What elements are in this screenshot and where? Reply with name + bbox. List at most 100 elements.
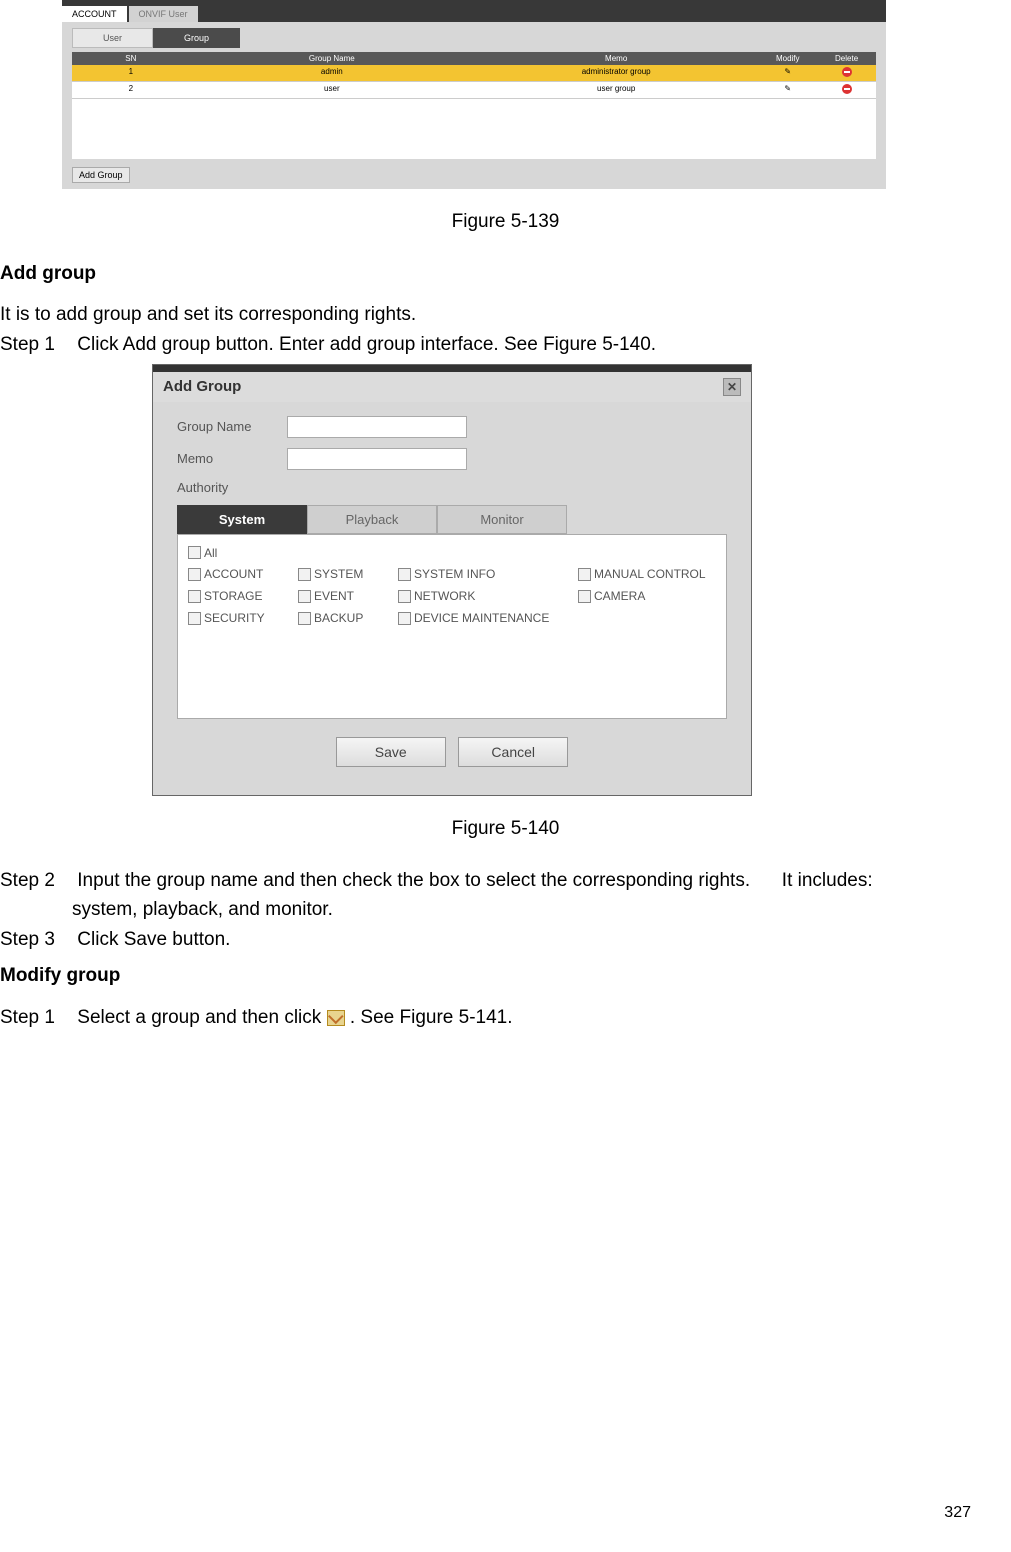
- checkbox-icon[interactable]: [188, 612, 201, 625]
- cell-gn: user: [190, 82, 474, 98]
- col-memo: Memo: [474, 52, 758, 65]
- account-group-screenshot: ACCOUNT ONVIF User User Group SN Group N…: [62, 0, 886, 189]
- add-group-dialog-screenshot: Add Group ✕ Group Name Memo Authority Sy…: [152, 364, 752, 797]
- checkbox-label: STORAGE: [204, 589, 262, 603]
- checkbox-icon[interactable]: [188, 590, 201, 603]
- step-label: Step 1: [0, 1007, 72, 1029]
- checkbox-icon[interactable]: [398, 568, 411, 581]
- cell-modify[interactable]: ✎: [758, 65, 817, 81]
- checkbox-event[interactable]: EVENT: [298, 589, 398, 603]
- authority-tabs: System Playback Monitor: [177, 505, 727, 534]
- main-tabs: ACCOUNT ONVIF User: [62, 6, 886, 22]
- close-icon[interactable]: ✕: [723, 378, 741, 396]
- memo-input[interactable]: [287, 448, 467, 470]
- checkbox-system-info[interactable]: SYSTEM INFO: [398, 567, 578, 581]
- checkbox-camera[interactable]: CAMERA: [578, 589, 738, 603]
- sub-tabs: User Group: [72, 28, 886, 48]
- checkbox-network[interactable]: NETWORK: [398, 589, 578, 603]
- figure-caption-139: Figure 5-139: [0, 211, 1011, 233]
- tab-account[interactable]: ACCOUNT: [62, 6, 127, 22]
- figure-caption-140: Figure 5-140: [0, 818, 1011, 840]
- table-row[interactable]: 2 user user group ✎: [72, 82, 876, 99]
- checkbox-icon[interactable]: [298, 590, 311, 603]
- step-label: Step 2: [0, 870, 72, 892]
- checkbox-all[interactable]: All: [188, 546, 217, 560]
- checkbox-label: BACKUP: [314, 611, 363, 625]
- col-group-name: Group Name: [190, 52, 474, 65]
- checkbox-label: SECURITY: [204, 611, 265, 625]
- table-header: SN Group Name Memo Modify Delete: [72, 52, 876, 65]
- checkbox-label: EVENT: [314, 589, 354, 603]
- label-authority: Authority: [177, 480, 287, 495]
- checkbox-label: NETWORK: [414, 589, 475, 603]
- checkbox-manual-control[interactable]: MANUAL CONTROL: [578, 567, 738, 581]
- step-label: Step 3: [0, 929, 72, 951]
- delete-icon[interactable]: [842, 84, 852, 94]
- step-text-b: . See Figure 5-141.: [350, 1007, 513, 1028]
- subtab-user[interactable]: User: [72, 28, 153, 48]
- delete-icon[interactable]: [842, 67, 852, 77]
- checkbox-label: SYSTEM INFO: [414, 567, 495, 581]
- add-group-button[interactable]: Add Group: [72, 167, 130, 183]
- step-text: Click Add group button. Enter add group …: [77, 334, 656, 355]
- subtab-group[interactable]: Group: [153, 28, 240, 48]
- step-2-line2: system, playback, and monitor.: [72, 898, 1011, 923]
- cell-delete[interactable]: [817, 65, 876, 81]
- tab-onvif-user[interactable]: ONVIF User: [129, 6, 198, 22]
- checkbox-label: ACCOUNT: [204, 567, 263, 581]
- checkbox-icon[interactable]: [578, 568, 591, 581]
- dark-top: [153, 365, 751, 372]
- checkbox-device-maintenance[interactable]: DEVICE MAINTENANCE: [398, 611, 578, 625]
- group-name-input[interactable]: [287, 416, 467, 438]
- checkbox-system[interactable]: SYSTEM: [298, 567, 398, 581]
- checkbox-label: All: [204, 546, 217, 560]
- step-text-a: Select a group and then click: [77, 1007, 321, 1028]
- pencil-icon[interactable]: ✎: [783, 84, 793, 94]
- cell-sn: 2: [72, 82, 190, 98]
- checkbox-label: MANUAL CONTROL: [594, 567, 706, 581]
- checkbox-icon[interactable]: [188, 546, 201, 559]
- save-button[interactable]: Save: [336, 737, 446, 767]
- pencil-icon[interactable]: ✎: [783, 67, 793, 77]
- checkbox-icon[interactable]: [188, 568, 201, 581]
- checkbox-storage[interactable]: STORAGE: [188, 589, 298, 603]
- modify-step-1: Step 1 Select a group and then click . S…: [0, 1007, 1011, 1029]
- tab-system[interactable]: System: [177, 505, 307, 534]
- col-delete: Delete: [817, 52, 876, 65]
- checkbox-icon[interactable]: [298, 612, 311, 625]
- table-body-empty: [72, 99, 876, 159]
- cell-memo: user group: [474, 82, 758, 98]
- checkbox-icon[interactable]: [298, 568, 311, 581]
- page-number: 327: [944, 1504, 971, 1522]
- cancel-button[interactable]: Cancel: [458, 737, 568, 767]
- step-text: Input the group name and then check the …: [77, 870, 750, 891]
- cell-sn: 1: [72, 65, 190, 81]
- step-text: Click Save button.: [77, 929, 230, 950]
- checkbox-icon[interactable]: [578, 590, 591, 603]
- step-1: Step 1 Click Add group button. Enter add…: [0, 334, 1011, 356]
- tab-playback[interactable]: Playback: [307, 505, 437, 534]
- cell-memo: administrator group: [474, 65, 758, 81]
- label-group-name: Group Name: [177, 419, 287, 434]
- step-text-tail: It includes:: [782, 870, 873, 891]
- checkbox-label: DEVICE MAINTENANCE: [414, 611, 549, 625]
- label-memo: Memo: [177, 451, 287, 466]
- dialog-title: Add Group: [163, 378, 241, 395]
- col-modify: Modify: [758, 52, 817, 65]
- cell-modify[interactable]: ✎: [758, 82, 817, 98]
- checkbox-icon[interactable]: [398, 590, 411, 603]
- heading-modify-group: Modify group: [0, 965, 1011, 987]
- rights-panel: All ACCOUNT SYSTEM SYSTEM INFO MANUAL CO…: [177, 534, 727, 720]
- checkbox-backup[interactable]: BACKUP: [298, 611, 398, 625]
- tab-monitor[interactable]: Monitor: [437, 505, 567, 534]
- step-label: Step 1: [0, 334, 72, 356]
- table-row[interactable]: 1 admin administrator group ✎: [72, 65, 876, 82]
- step-3: Step 3 Click Save button.: [0, 929, 1011, 951]
- modify-pencil-icon: [327, 1010, 345, 1026]
- dialog-title-bar: Add Group ✕: [153, 372, 751, 402]
- heading-add-group: Add group: [0, 263, 1011, 285]
- cell-delete[interactable]: [817, 82, 876, 98]
- checkbox-account[interactable]: ACCOUNT: [188, 567, 298, 581]
- checkbox-icon[interactable]: [398, 612, 411, 625]
- checkbox-security[interactable]: SECURITY: [188, 611, 298, 625]
